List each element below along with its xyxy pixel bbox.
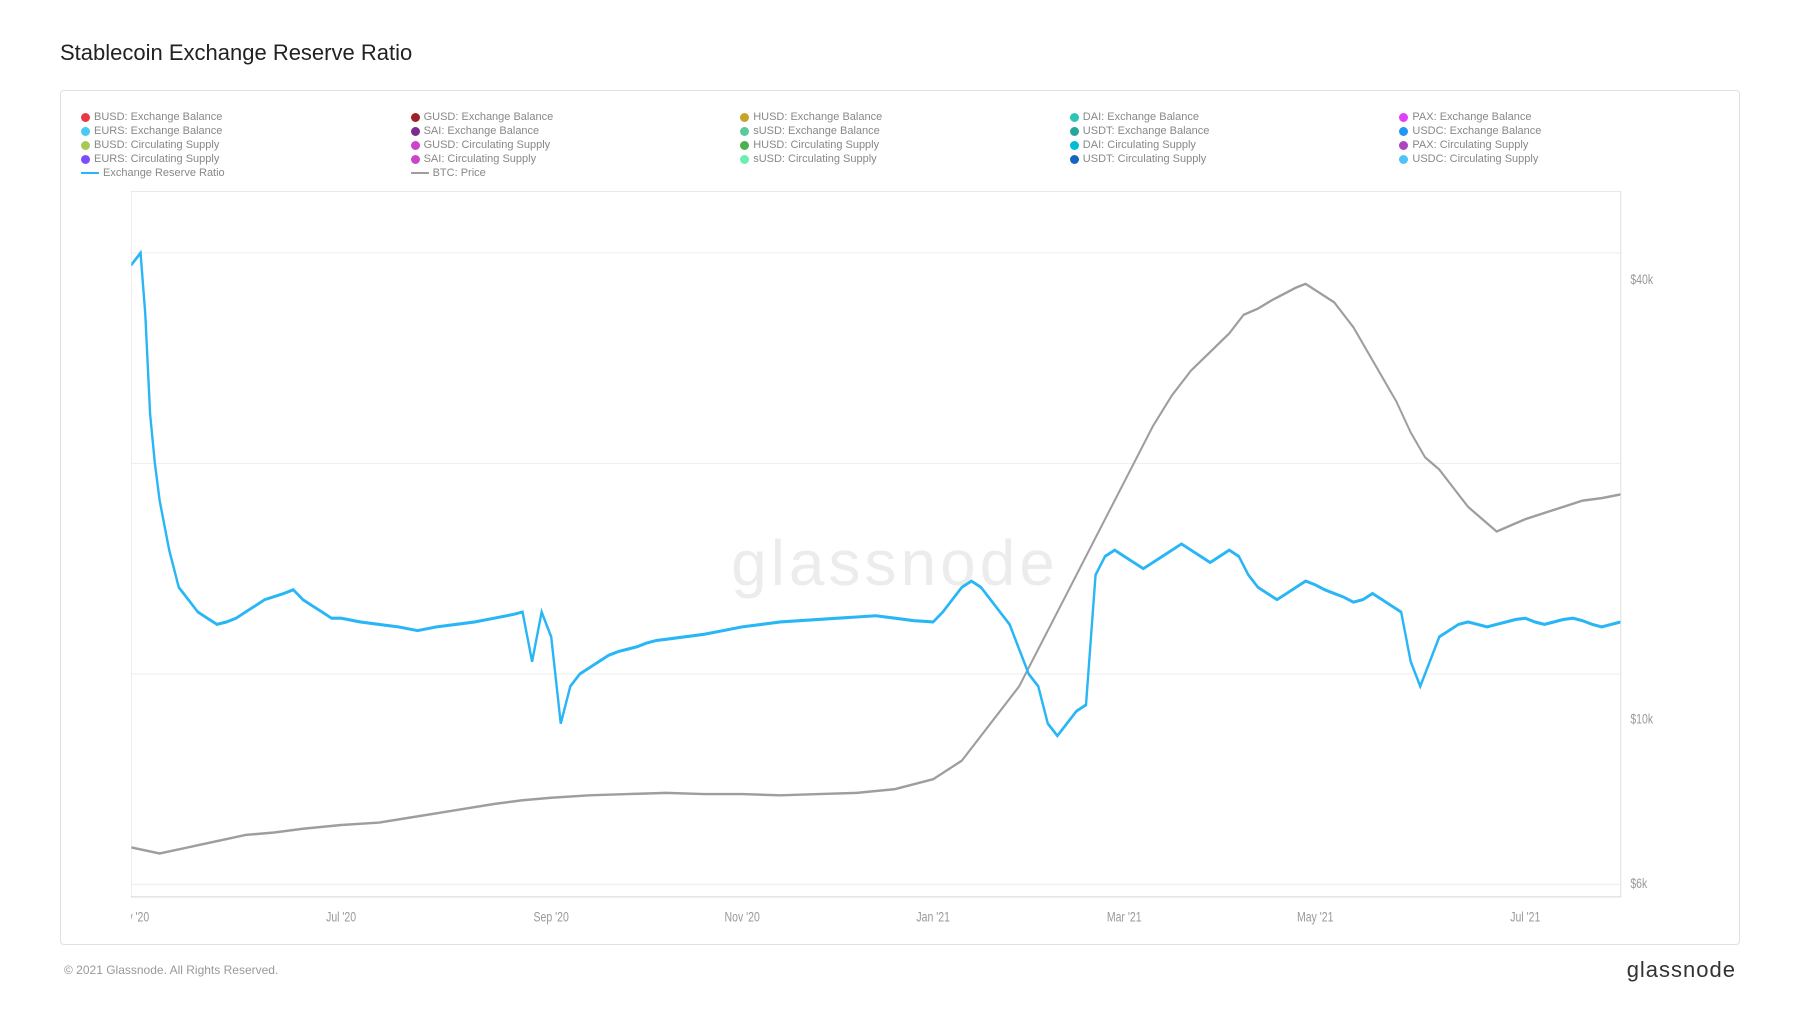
legend-dot: [411, 127, 420, 136]
legend-dot: [81, 141, 90, 150]
legend-label: BUSD: Exchange Balance: [94, 111, 222, 123]
legend-label: PAX: Circulating Supply: [1412, 139, 1528, 151]
legend-dot: [1070, 141, 1079, 150]
legend-dot: [1070, 127, 1079, 136]
legend-label: BUSD: Circulating Supply: [94, 139, 219, 151]
legend-dot: [411, 113, 420, 122]
legend-line: [411, 172, 429, 174]
footer: © 2021 Glassnode. All Rights Reserved. g…: [60, 957, 1740, 983]
page-container: Stablecoin Exchange Reserve Ratio BUSD: …: [0, 0, 1800, 1013]
legend-item: EURS: Exchange Balance: [81, 125, 401, 137]
legend-item: PAX: Exchange Balance: [1399, 111, 1719, 123]
legend-label: DAI: Exchange Balance: [1083, 111, 1199, 123]
legend-item: USDT: Exchange Balance: [1070, 125, 1390, 137]
legend-item: PAX: Circulating Supply: [1399, 139, 1719, 151]
svg-text:Jul '21: Jul '21: [1510, 909, 1540, 925]
legend-label: GUSD: Exchange Balance: [424, 111, 554, 123]
legend-item: sUSD: Circulating Supply: [740, 153, 1060, 165]
legend-label: USDT: Circulating Supply: [1083, 153, 1207, 165]
legend-dot: [1399, 141, 1408, 150]
legend-label: EURS: Exchange Balance: [94, 125, 222, 137]
page-title: Stablecoin Exchange Reserve Ratio: [60, 40, 1740, 66]
legend-item-btc-price: BTC: Price: [411, 167, 731, 179]
svg-text:Mar '21: Mar '21: [1107, 909, 1142, 925]
legend-label: Exchange Reserve Ratio: [103, 167, 225, 179]
svg-text:May '20: May '20: [131, 909, 149, 925]
legend-item-exchange-reserve-ratio: Exchange Reserve Ratio: [81, 167, 401, 179]
legend-item: SAI: Exchange Balance: [411, 125, 731, 137]
svg-text:Nov '20: Nov '20: [725, 909, 760, 925]
exchange-reserve-ratio-line: [131, 253, 1621, 736]
legend-dot: [1070, 113, 1079, 122]
legend-dot: [1399, 127, 1408, 136]
legend-item: DAI: Exchange Balance: [1070, 111, 1390, 123]
legend-label: EURS: Circulating Supply: [94, 153, 219, 165]
legend-dot: [411, 155, 420, 164]
legend-item: GUSD: Exchange Balance: [411, 111, 731, 123]
legend-dot: [81, 113, 90, 122]
legend-label: SAI: Circulating Supply: [424, 153, 537, 165]
svg-text:Jul '20: Jul '20: [326, 909, 356, 925]
legend-label: USDC: Exchange Balance: [1412, 125, 1541, 137]
legend-item: HUSD: Circulating Supply: [740, 139, 1060, 151]
legend-dot: [740, 113, 749, 122]
svg-text:May '21: May '21: [1297, 909, 1334, 925]
legend-label: SAI: Exchange Balance: [424, 125, 540, 137]
legend-item: DAI: Circulating Supply: [1070, 139, 1390, 151]
legend-line: [81, 172, 99, 174]
legend-dot: [411, 141, 420, 150]
chart-legend: BUSD: Exchange Balance GUSD: Exchange Ba…: [81, 111, 1719, 179]
legend-label: DAI: Circulating Supply: [1083, 139, 1196, 151]
legend-label: sUSD: Exchange Balance: [753, 125, 880, 137]
legend-dot: [740, 155, 749, 164]
legend-label: BTC: Price: [433, 167, 486, 179]
legend-item: SAI: Circulating Supply: [411, 153, 731, 165]
legend-dot: [740, 127, 749, 136]
legend-item: EURS: Circulating Supply: [81, 153, 401, 165]
legend-item: USDC: Exchange Balance: [1399, 125, 1719, 137]
btc-price-line: [131, 284, 1621, 854]
svg-text:$40k: $40k: [1630, 272, 1654, 288]
legend-label: HUSD: Circulating Supply: [753, 139, 879, 151]
svg-text:$10k: $10k: [1630, 711, 1654, 727]
legend-item: USDT: Circulating Supply: [1070, 153, 1390, 165]
legend-item: BUSD: Exchange Balance: [81, 111, 401, 123]
legend-dot: [1399, 155, 1408, 164]
legend-item: sUSD: Exchange Balance: [740, 125, 1060, 137]
legend-dot: [1399, 113, 1408, 122]
legend-label: USDT: Exchange Balance: [1083, 125, 1210, 137]
legend-dot: [1070, 155, 1079, 164]
legend-label: GUSD: Circulating Supply: [424, 139, 551, 151]
legend-dot: [740, 141, 749, 150]
svg-text:Jan '21: Jan '21: [916, 909, 950, 925]
legend-dot: [81, 155, 90, 164]
legend-item: HUSD: Exchange Balance: [740, 111, 1060, 123]
chart-area: glassnode 0.05 0.15 0.25 $6k $10k: [131, 191, 1659, 934]
legend-label: PAX: Exchange Balance: [1412, 111, 1531, 123]
svg-text:Sep '20: Sep '20: [534, 909, 569, 925]
chart-svg: 0.05 0.15 0.25 $6k $10k $40k May '20 Jul…: [131, 191, 1659, 934]
svg-text:$6k: $6k: [1630, 876, 1648, 892]
legend-item: USDC: Circulating Supply: [1399, 153, 1719, 165]
legend-label: sUSD: Circulating Supply: [753, 153, 877, 165]
chart-wrapper: BUSD: Exchange Balance GUSD: Exchange Ba…: [60, 90, 1740, 945]
legend-dot: [81, 127, 90, 136]
footer-copyright: © 2021 Glassnode. All Rights Reserved.: [64, 963, 278, 977]
legend-item: BUSD: Circulating Supply: [81, 139, 401, 151]
footer-logo: glassnode: [1627, 957, 1736, 983]
legend-item: GUSD: Circulating Supply: [411, 139, 731, 151]
legend-label: HUSD: Exchange Balance: [753, 111, 882, 123]
legend-label: USDC: Circulating Supply: [1412, 153, 1538, 165]
